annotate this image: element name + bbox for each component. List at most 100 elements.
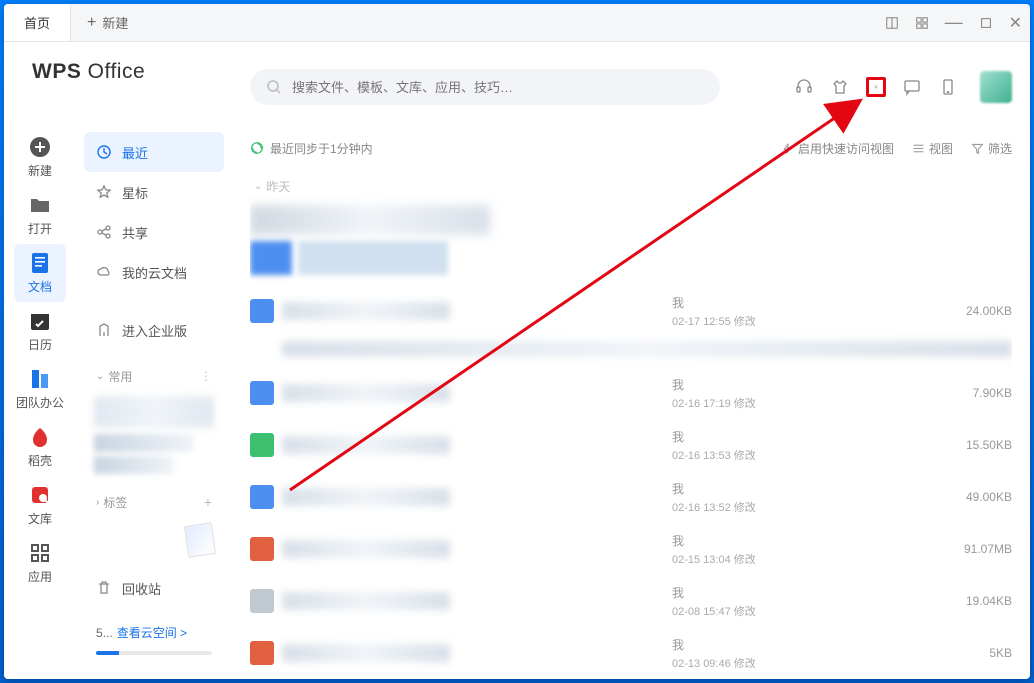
file-row[interactable]: 我02-17 12:55 修改24.00KB (250, 285, 1012, 337)
share-icon (96, 224, 112, 240)
rail-label: 团队办公 (16, 394, 64, 411)
nav-rail: 新建打开文档日历团队办公稻壳文库应用 (4, 42, 76, 679)
sidebar-share-label: 共享 (122, 223, 148, 242)
sidebar-cloud-docs[interactable]: 我的云文档 (84, 252, 224, 292)
file-preview-row[interactable] (250, 201, 1012, 285)
file-name-blurred (282, 302, 450, 320)
file-owner: 我 (672, 584, 802, 601)
quick-access-toggle[interactable]: 启用快速访问视图 (781, 140, 894, 157)
sidebar-tags-label: 标签 (103, 494, 127, 511)
calendar-icon (29, 310, 51, 332)
tab-new[interactable]: + 新建 (71, 4, 144, 41)
more-icon[interactable]: ⋮ (200, 369, 212, 383)
apps-icon (29, 542, 51, 564)
rail-label: 稻壳 (28, 452, 52, 469)
skin-icon[interactable] (830, 77, 850, 97)
rail-label: 文档 (28, 278, 52, 295)
rail-docs[interactable]: 文档 (14, 244, 66, 302)
sidebar-enterprise-label: 进入企业版 (122, 321, 187, 340)
file-size: 19.04KB (932, 594, 1012, 608)
file-type-icon (250, 485, 274, 509)
rail-open[interactable]: 打开 (14, 186, 66, 244)
file-time: 02-16 13:53 修改 (672, 447, 802, 463)
rail-team[interactable]: 团队办公 (14, 360, 66, 418)
file-row[interactable]: 我02-08 15:47 修改19.04KB (250, 575, 1012, 627)
sidebar-share[interactable]: 共享 (84, 212, 224, 252)
sidebar-group-tags[interactable]: › 标签 + (84, 486, 224, 518)
file-size: 91.07MB (932, 542, 1012, 556)
titlebar: 首页 + 新建 — ✕ (4, 4, 1030, 42)
main-content: 最近同步于1分钟内 启用快速访问视图 视图 筛选 ⌄昨天 我02-17 12:5… (232, 42, 1030, 679)
file-time: 02-15 13:04 修改 (672, 551, 802, 567)
rail-calendar[interactable]: 日历 (14, 302, 66, 360)
sidebar-recent[interactable]: 最近 (84, 132, 224, 172)
sidebar-common-item[interactable] (94, 456, 174, 474)
sidebar-cloud-label: 我的云文档 (122, 263, 187, 282)
file-name-blurred (282, 436, 450, 454)
user-avatar[interactable] (980, 71, 1012, 103)
file-name-blurred (282, 592, 450, 610)
file-owner: 我 (672, 480, 802, 497)
section-yesterday[interactable]: ⌄昨天 (250, 164, 1012, 201)
sidebar-star-label: 星标 (122, 183, 148, 202)
file-row[interactable]: 我02-16 17:19 修改7.90KB (250, 367, 1012, 419)
section-yesterday-label: 昨天 (266, 178, 290, 195)
search-input[interactable] (292, 80, 704, 95)
sidebar-trash-label: 回收站 (122, 579, 161, 598)
sidebar-group-common[interactable]: ⌄常用 ⋮ (84, 360, 224, 392)
add-tag-icon[interactable]: + (204, 494, 212, 510)
window-controls: — ✕ (885, 12, 1022, 33)
file-row[interactable]: 我02-15 13:04 修改91.07MB (250, 523, 1012, 575)
tab-home[interactable]: 首页 (4, 4, 71, 41)
rail-new[interactable]: 新建 (14, 128, 66, 186)
gear-icon (873, 78, 879, 96)
star-icon (96, 184, 112, 200)
file-row[interactable]: 我02-13 09:46 修改5KB (250, 627, 1012, 679)
sidebar-star[interactable]: 星标 (84, 172, 224, 212)
folder-icon (29, 194, 51, 216)
rail-docer[interactable]: 稻壳 (14, 418, 66, 476)
sidebar-common-item[interactable] (84, 392, 224, 432)
rail-wenku[interactable]: 文库 (14, 476, 66, 534)
close-button[interactable]: ✕ (1009, 13, 1022, 33)
file-type-icon (250, 537, 274, 561)
filter-icon (971, 142, 984, 155)
layout-icon[interactable] (885, 16, 899, 30)
app-window: 首页 + 新建 — ✕ WPS Office 新建打开文档日历团队办公稻壳文库应… (4, 4, 1030, 679)
chevron-right-icon: › (96, 497, 99, 508)
docer-icon (29, 426, 51, 448)
file-row[interactable]: 我 02-16 13:52 修改 49.00KB (250, 471, 1012, 523)
file-name-blurred (282, 384, 450, 402)
file-type-icon (250, 299, 274, 323)
sidebar-enterprise[interactable]: 进入企业版 (84, 310, 224, 350)
rail-apps[interactable]: 应用 (14, 534, 66, 592)
headset-icon[interactable] (794, 77, 814, 97)
view-toggle[interactable]: 视图 (912, 140, 953, 157)
settings-highlighted[interactable] (866, 77, 886, 97)
grid-icon[interactable] (915, 16, 929, 30)
list-icon (912, 142, 925, 155)
file-row[interactable]: 我02-16 13:53 修改15.50KB (250, 419, 1012, 471)
sidebar-common-item[interactable] (94, 434, 194, 452)
sidebar-trash[interactable]: 回收站 (84, 568, 224, 608)
file-preview-sub (250, 337, 1012, 367)
filter-toggle[interactable]: 筛选 (971, 140, 1012, 157)
file-owner: 我 (672, 376, 802, 393)
sidebar-cloud-space-link[interactable]: 5... 查看云空间 > (84, 616, 224, 649)
file-time: 02-16 17:19 修改 (672, 395, 802, 411)
file-time: 02-13 09:46 修改 (672, 655, 802, 671)
file-size: 49.00KB (932, 490, 1012, 504)
mobile-icon[interactable] (938, 77, 958, 97)
tab-new-label: 新建 (102, 13, 128, 32)
maximize-button[interactable] (979, 16, 993, 30)
plus-circle-icon (29, 136, 51, 158)
minimize-button[interactable]: — (945, 12, 963, 33)
sidebar-secondary: 最近 星标 共享 我的云文档 进入企业版 ⌄常用 ⋮ (76, 42, 232, 679)
cloud-icon (96, 264, 112, 280)
message-icon[interactable] (902, 77, 922, 97)
file-name-blurred (282, 540, 450, 558)
file-type-icon (250, 433, 274, 457)
search-box[interactable] (250, 69, 720, 105)
file-time: 02-16 13:52 修改 (672, 499, 802, 515)
rail-label: 文库 (28, 510, 52, 527)
